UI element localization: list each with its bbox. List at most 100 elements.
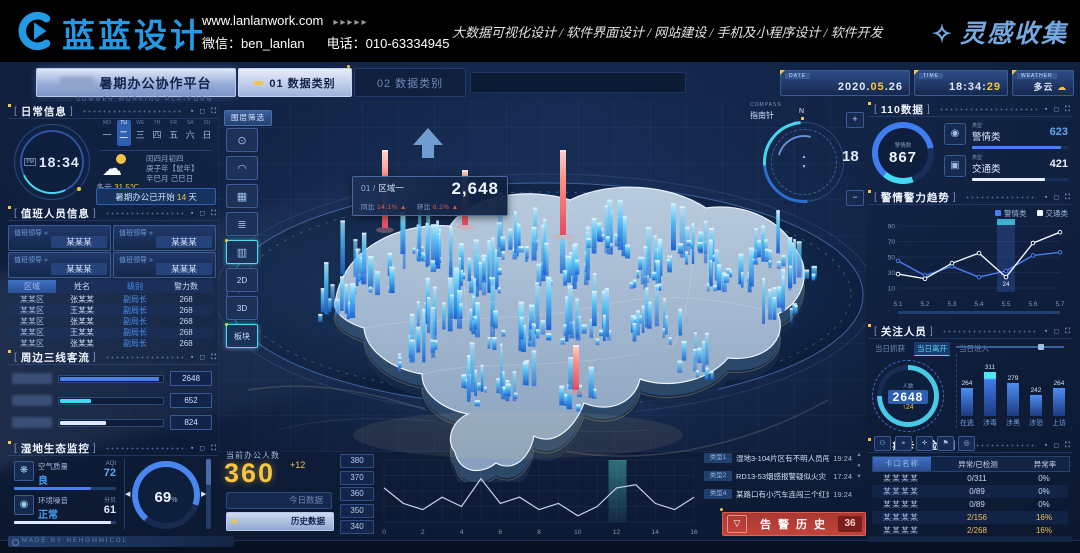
panel-window-icons[interactable]: ▪ ◻ ⛶ [1045,441,1072,450]
checkpoint-ratio: 2/268 [930,526,1024,535]
alert-row[interactable]: 类型2RD13-53烟感报警疑似火灾17:24 [704,468,852,484]
alert-row[interactable]: 类型1湿地3-104片区有不明人员闯入19:24 [704,450,852,466]
warning-triangle-icon: ▽ [727,515,747,533]
layer-button-camera[interactable]: ⊙ [226,128,258,152]
layer-button-3d[interactable]: 3D [226,296,258,320]
bar-value-label: 264 [962,380,973,387]
zoom-level: 18 [842,148,859,165]
layer-button-grid[interactable]: ▦ [226,184,258,208]
weekday-cell[interactable]: WE三 [133,120,147,146]
focus-tab[interactable]: 当日抓获 [872,342,908,356]
svg-text:5.2: 5.2 [920,301,929,308]
focus-bar [1053,388,1065,416]
focus-category-icons: ⚇ ⌖ ✛ ⚑ ◎ [874,436,975,451]
scrollbar[interactable] [206,459,211,529]
alert-scroll-arrows[interactable]: ▲ ● ▼ [856,452,862,480]
layer-button-bar-chart[interactable]: ▥ [226,240,258,264]
gauge-arrow-left[interactable]: ◀ [125,490,130,498]
scroll-dot-icon[interactable]: ● [856,463,862,469]
panel-window-icons[interactable]: ▪ ◻ ⛶ [191,209,218,218]
bracket: ] [927,103,931,115]
flow-bar-track [58,419,164,427]
eco-gauge: 69% [132,461,200,529]
layer-button-radar[interactable]: ◠ [226,156,258,180]
layer-grid-icon: ▦ [237,190,247,203]
weekday-cell[interactable]: TH四 [150,120,164,146]
type-value: 421 [1050,158,1068,170]
lunar-calendar: 闰四月初四 庚子年【鼠年】 辛巳月 己巳日 [146,154,199,184]
lunar-line: 辛巳月 己巳日 [146,174,199,184]
focus-tab[interactable]: 当日离开 [914,342,950,356]
layer-label-blocks: 板块 [234,331,250,342]
panel-window-icons[interactable]: ▪ ◻ ⛶ [1045,193,1072,202]
mini-slider[interactable] [956,346,1064,348]
focus-bar-chart: 264在逃311涉毒279涉黑242涉恐264上访 [956,354,1069,428]
scroll-up-icon[interactable]: ▲ [856,452,862,458]
weekday-cell[interactable]: MO一 [100,120,114,146]
panel-window-icons[interactable]: ▪ ◻ ⛶ [191,107,218,116]
wechat-contact: 微信：ben_lanlan [202,36,305,51]
duty-cell: 张某某 [56,338,108,349]
office-line-chart: 0246810121416 [380,452,700,540]
focus-icon-2[interactable]: ✛ [916,436,933,451]
weekday-cell[interactable]: FR五 [167,120,181,146]
checkpoint-row: 某某某某2/15616% [872,511,1068,524]
focus-icon-3[interactable]: ⚑ [937,436,954,451]
duty-cell: 某某区 [8,338,56,349]
focus-bar-column: 311涉毒 [980,354,1000,428]
flow-bar-fill [60,377,159,381]
compass-dial[interactable]: ▲▼ [764,122,844,202]
alert-row[interactable]: 类型4某路口有小汽车连闯三个红灯19:24 [704,486,852,502]
panel-window-icons[interactable]: ▪ ◻ ⛶ [191,353,218,362]
layer-button-list[interactable]: ≣ [226,212,258,236]
zoom-out-button[interactable]: − [846,190,864,206]
zoom-in-button[interactable]: + [846,112,864,128]
tab-data-category-2[interactable]: 02 数据类别 [354,68,466,97]
duty-table-row: 某某区张某某副局长268 [8,338,214,349]
duty-cell: 王某某 [56,327,108,338]
flow-value: 824 [170,415,212,430]
history-data-button[interactable]: 历史数据 [226,512,334,531]
weekday-cell[interactable]: TU二 [117,120,131,146]
focus-icon-1[interactable]: ⌖ [895,436,912,451]
layer-button-blocks[interactable]: 板块 [226,324,258,348]
compass-label-en: COMPASS [750,102,782,108]
panel-window-icons[interactable]: ▪ ◻ ⛶ [1045,105,1072,114]
weekday-cell[interactable]: SU日 [200,120,214,146]
weekday-en: SU [200,120,214,126]
focus-icon-0[interactable]: ⚇ [874,436,891,451]
collect-label: 灵感收集 [960,21,1068,48]
panel-title-text: 警情警力趋势 [881,190,950,205]
bracket: [ [14,105,18,117]
date-day: 26 [889,81,903,93]
today-data-button[interactable]: 今日数据 [226,492,332,509]
type-bar-track [972,146,1068,149]
focus-icon-4[interactable]: ◎ [958,436,975,451]
alarm-history-button[interactable]: ▽ 告警历史 36 [722,512,866,536]
bar-value-label: 242 [1031,387,1042,394]
checkpoint-col-header: 卡口名称 [873,457,931,471]
weather-label: WEATHER [1017,73,1057,79]
office-count-value: 360 [224,458,275,489]
duty-table: 某某区张某某副局长268某某区王某某副局长268某某区张某某副局长268某某区王… [8,294,214,349]
duty-cell: 张某某 [56,316,108,327]
tab-data-category-1[interactable]: 01 数据类别 [238,68,352,97]
panel-window-icons[interactable]: ▪ ◻ ⛶ [191,444,218,453]
scroll-down-icon[interactable]: ▼ [856,474,862,480]
air-metric-block: AQI 72 [86,461,116,479]
flow-bar-track [58,375,164,383]
duty-cell: 张某某 [56,294,108,305]
type-name: 警情类 [972,129,1001,143]
flow-bar-track [58,397,164,405]
duty-role: 值班领导 » [119,255,153,265]
svg-text:24: 24 [1002,281,1010,288]
gauge-110: 警情数867 [872,122,934,184]
eco-gauge-unit: % [171,497,177,504]
weekday-cell[interactable]: SA六 [183,120,197,146]
site-url[interactable]: www.lanlanwork.com [202,13,323,28]
duty-table-row: 某某区张某某副局长268 [8,294,214,305]
inspiration-collect: ✧灵感收集 [932,14,1068,50]
panel-window-icons[interactable]: ▪ ◻ ⛶ [1045,327,1072,336]
dotted-line [939,108,1037,111]
layer-button-2d[interactable]: 2D [226,268,258,292]
